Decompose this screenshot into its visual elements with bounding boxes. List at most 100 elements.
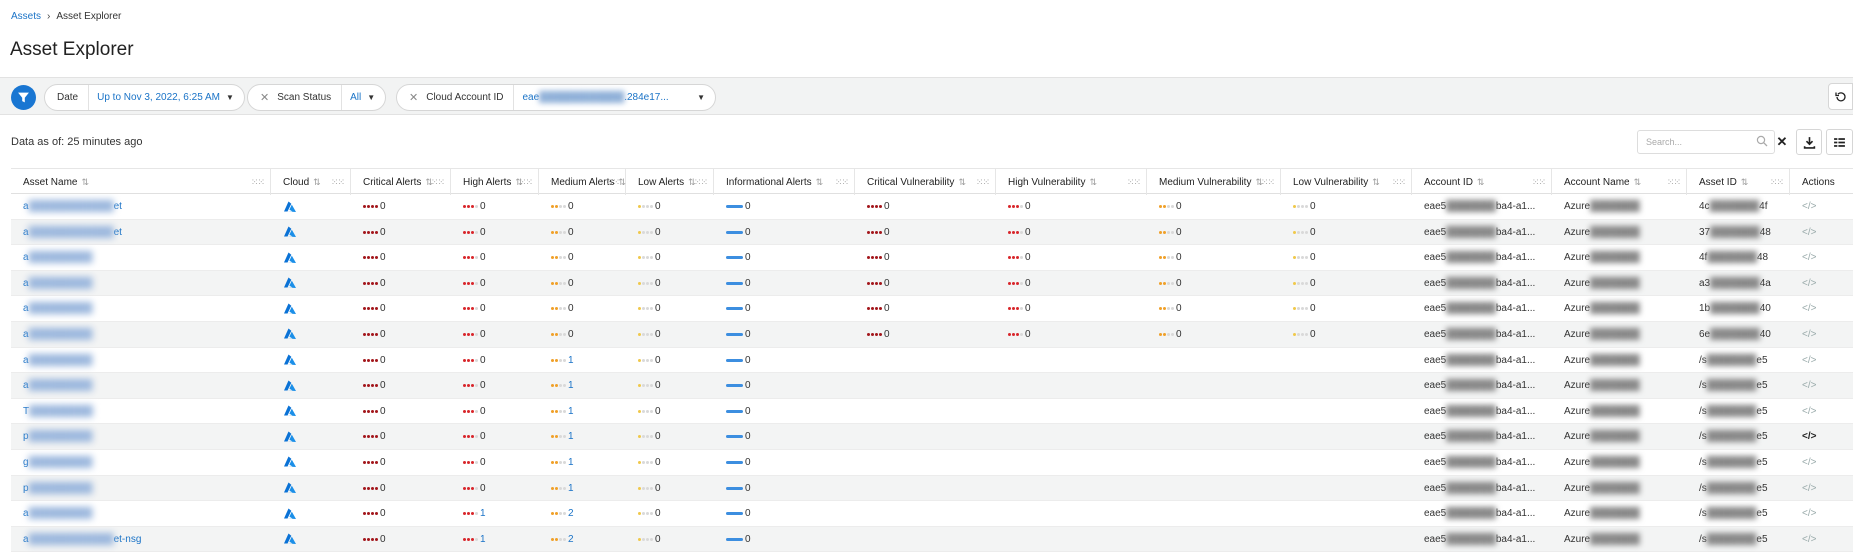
column-drag-handle-icon[interactable]: ⁙⁙ [251,177,265,188]
asset-name-link[interactable]: a █████████ [11,348,271,373]
column-drag-handle-icon[interactable]: ⁙⁙ [431,177,445,188]
asset-name-link[interactable]: a █████████ [11,373,271,398]
table-row[interactable]: a █████████ 0 0 0 0 0 0 0 0 0 eae5 ███████ ba4-a1... A… [11,245,1853,271]
column-settings-button[interactable] [1826,129,1853,155]
column-drag-handle-icon[interactable]: ⁙⁙ [1532,177,1546,188]
column-header[interactable]: Asset ID ⇅ ⁙⁙ [1687,169,1790,195]
column-header[interactable]: High Alerts ⇅ ⁙⁙ [451,169,539,195]
sort-icon[interactable]: ⇅ [81,177,89,188]
sort-icon[interactable]: ⇅ [1634,177,1642,188]
chevron-down-icon[interactable]: ▼ [697,93,705,102]
table-row[interactable]: a █████████ 0 0 0 0 0 0 0 0 0 eae5 ███████ ba4-a1... A… [11,270,1853,297]
table-row[interactable]: a █████████ 0 0 0 0 0 0 0 0 0 eae5 ███████ ba4-a1... A… [11,296,1853,322]
column-header[interactable]: Asset Name ⇅ ⁙⁙ [11,169,271,195]
cloud-account-filter-value[interactable]: eae ████████████ .284e17... [513,85,697,110]
code-view-icon[interactable]: </> [1802,406,1816,417]
table-row[interactable]: a █████████ 0 1 2 0 0 eae5 ███████ ba4-a1... Azure… [11,501,1853,527]
column-drag-handle-icon[interactable]: ⁙⁙ [1667,177,1681,188]
alert-count[interactable]: 1 [480,534,486,545]
column-drag-handle-icon[interactable]: ⁙⁙ [1392,177,1406,188]
sort-icon[interactable]: ⇅ [816,177,824,188]
column-drag-handle-icon[interactable]: ⁙⁙ [976,177,990,188]
asset-name-link[interactable]: a █████████ [11,271,271,296]
asset-name-link[interactable]: g █████████ [11,450,271,475]
code-view-icon[interactable]: </> [1802,380,1816,391]
asset-name-link[interactable]: a ████████████ et-nsg [11,527,271,552]
chevron-down-icon[interactable]: ▼ [226,93,234,102]
chevron-down-icon[interactable]: ▼ [367,93,375,102]
asset-name-link[interactable]: a ████████████ et [11,194,271,219]
table-row[interactable]: a ████████████ et 0 0 0 0 0 0 0 0 0 eae5 ███████ ba4-a… [11,194,1853,220]
column-header[interactable]: Account Name ⇅ ⁙⁙ [1552,169,1687,195]
code-view-icon[interactable]: </> [1802,431,1816,442]
alert-count[interactable]: 2 [568,508,574,519]
date-filter-value[interactable]: Up to Nov 3, 2022, 6:25 AM [88,85,226,110]
clear-search-icon[interactable]: ✕ [1772,131,1792,153]
column-header[interactable]: Low Vulnerability ⇅ ⁙⁙ [1281,169,1412,195]
code-view-icon[interactable]: </> [1802,201,1816,212]
column-header[interactable]: Actions [1790,169,1853,195]
asset-name-link[interactable]: a █████████ [11,501,271,526]
alert-count[interactable]: 1 [568,380,574,391]
table-row[interactable]: a ████████████ et 0 0 0 0 0 0 0 0 0 eae5 ███████ ba4-a… [11,219,1853,246]
filter-toggle-button[interactable] [11,85,36,110]
table-row[interactable]: p █████████ 0 0 1 0 0 eae5 ███████ ba4-a1... Azure… [11,424,1853,450]
alert-count[interactable]: 1 [568,431,574,442]
date-filter-chip[interactable]: Date Up to Nov 3, 2022, 6:25 AM ▼ [44,84,245,111]
code-view-icon[interactable]: </> [1802,278,1816,289]
cloud-account-filter-chip[interactable]: ✕ Cloud Account ID eae ████████████ .284e1… [396,84,716,111]
column-drag-handle-icon[interactable]: ⁙⁙ [1127,177,1141,188]
table-row[interactable]: a ████████████ et-nsg 0 1 2 0 0 eae5 ███████ ba4-a… [11,526,1853,552]
table-row[interactable]: a █████████ 0 0 1 0 0 eae5 ███████ ba4-a1... Azure… [11,373,1853,399]
table-row[interactable]: p █████████ 0 0 1 0 0 eae5 ███████ ba4-a1... Azure… [11,475,1853,502]
asset-name-link[interactable]: a █████████ [11,322,271,347]
remove-filter-icon[interactable]: ✕ [409,91,418,104]
table-row[interactable]: a █████████ 0 0 0 0 0 0 0 0 0 eae5 ███████ ba4-a1... A… [11,321,1853,348]
column-header[interactable]: Low Alerts ⇅ ⁙⁙ [626,169,714,195]
code-view-icon[interactable]: </> [1802,457,1816,468]
alert-count[interactable]: 2 [568,534,574,545]
table-row[interactable]: a █████████ 0 0 1 0 0 eae5 ███████ ba4-a1... Azure… [11,348,1853,374]
column-header[interactable]: Critical Vulnerability ⇅ ⁙⁙ [855,169,996,195]
reset-filters-button[interactable] [1828,83,1853,110]
column-header[interactable]: Medium Alerts ⇅ ⁙⁙ [539,169,626,195]
code-view-icon[interactable]: </> [1802,534,1816,545]
column-drag-handle-icon[interactable]: ⁙⁙ [1770,177,1784,188]
sort-icon[interactable]: ⇅ [1089,177,1097,188]
asset-name-link[interactable]: p █████████ [11,476,271,501]
asset-name-link[interactable]: p █████████ [11,424,271,449]
code-view-icon[interactable]: </> [1802,329,1816,340]
alert-count[interactable]: 1 [568,406,574,417]
table-row[interactable]: T █████████ 0 0 1 0 0 eae5 ███████ ba4-a1... Azure… [11,399,1853,425]
column-header[interactable]: Account ID ⇅ ⁙⁙ [1412,169,1552,195]
column-header[interactable]: Critical Alerts ⇅ ⁙⁙ [351,169,451,195]
code-view-icon[interactable]: </> [1802,303,1816,314]
column-header[interactable]: Informational Alerts ⇅ ⁙⁙ [714,169,855,195]
code-view-icon[interactable]: </> [1802,227,1816,238]
sort-icon[interactable]: ⇅ [958,177,966,188]
sort-icon[interactable]: ⇅ [1477,177,1485,188]
alert-count[interactable]: 1 [568,355,574,366]
scan-status-filter-value[interactable]: All [341,85,367,110]
sort-icon[interactable]: ⇅ [618,177,626,188]
download-button[interactable] [1796,129,1822,155]
search-input[interactable]: Search... [1637,130,1775,154]
asset-name-link[interactable]: a █████████ [11,296,271,321]
code-view-icon[interactable]: </> [1802,508,1816,519]
asset-name-link[interactable]: T █████████ [11,399,271,424]
sort-icon[interactable]: ⇅ [313,177,321,188]
scan-status-filter-chip[interactable]: ✕ Scan Status All ▼ [247,84,387,111]
column-drag-handle-icon[interactable]: ⁙⁙ [1261,177,1275,188]
sort-icon[interactable]: ⇅ [1372,177,1380,188]
sort-icon[interactable]: ⇅ [1741,177,1749,188]
alert-count[interactable]: 1 [480,508,486,519]
asset-name-link[interactable]: a ████████████ et [11,220,271,245]
column-drag-handle-icon[interactable]: ⁙⁙ [331,177,345,188]
code-view-icon[interactable]: </> [1802,483,1816,494]
breadcrumb-assets-link[interactable]: Assets [11,11,41,22]
table-row[interactable]: g █████████ 0 0 1 0 0 eae5 ███████ ba4-a1... Azure… [11,450,1853,476]
remove-filter-icon[interactable]: ✕ [260,91,269,104]
column-header[interactable]: Cloud ⇅ ⁙⁙ [271,169,351,195]
asset-name-link[interactable]: a █████████ [11,245,271,270]
alert-count[interactable]: 1 [568,483,574,494]
